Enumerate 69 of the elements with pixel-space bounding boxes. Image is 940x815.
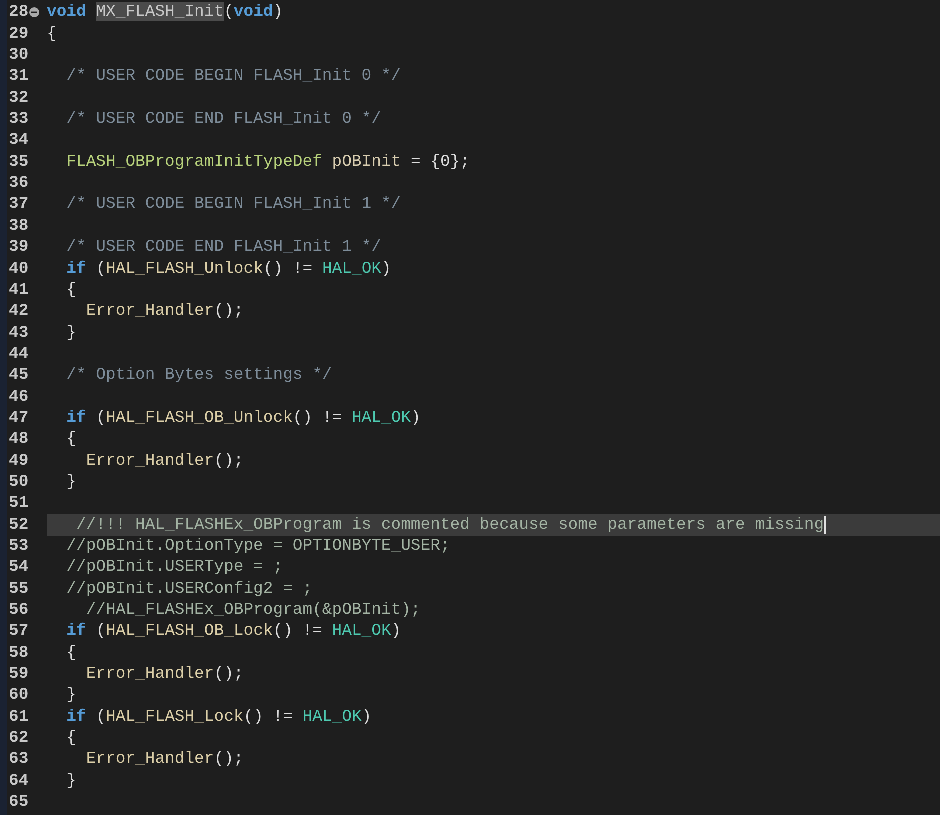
line-number: 45 [8, 364, 29, 386]
code-line: } [66, 470, 77, 493]
line-number: 61 [8, 706, 29, 728]
code-line: Error_Handler(); [85, 748, 244, 770]
line-number: 48 [8, 428, 29, 450]
line-number: 32 [8, 86, 29, 109]
code-line: //pOBInit.USERConfig2 = ; [66, 578, 313, 600]
code-line: //HAL_FLASHEx_OBProgram(&pOBInit); [85, 599, 421, 621]
line-number: 57 [8, 620, 29, 642]
line-number: 50 [8, 470, 29, 493]
code-line: if (HAL_FLASH_OB_Lock() != HAL_OK) [66, 620, 402, 642]
code-line: /* USER CODE BEGIN FLASH_Init 0 */ [66, 65, 402, 88]
line-number: 29 [8, 22, 29, 45]
code-line: } [66, 770, 77, 792]
line-number: 58 [8, 642, 29, 664]
line-number: 63 [8, 748, 29, 770]
line-number: 31 [8, 65, 29, 88]
line-number: 51 [8, 492, 29, 514]
code-line: { [66, 642, 77, 664]
line-number: 40 [8, 258, 29, 280]
line-number: 65 [8, 791, 29, 814]
code-line: { [47, 22, 57, 45]
code-line: /* Option Bytes settings */ [66, 364, 332, 386]
code-line: if (HAL_FLASH_OB_Unlock() != HAL_OK) [66, 406, 421, 429]
line-number: 33 [8, 108, 29, 130]
code-line: //pOBInit.USERType = ; [66, 556, 284, 578]
code-line: /* USER CODE END FLASH_Init 0 */ [66, 108, 382, 130]
line-number: 28 [8, 1, 29, 24]
code-line: //!!! HAL_FLASHEx_OBProgram is commented because some parameters are missing [76, 514, 824, 536]
line-number: 54 [8, 556, 29, 578]
line-number: 34 [8, 129, 29, 152]
line-number: 35 [8, 150, 29, 173]
line-number: 44 [8, 342, 29, 365]
line-number: 59 [8, 663, 29, 686]
code-line: { [66, 727, 77, 750]
code-line: if (HAL_FLASH_Lock() != HAL_OK) [66, 706, 372, 728]
line-number: 64 [8, 770, 29, 792]
line-number: 43 [8, 322, 29, 344]
line-number: 41 [8, 278, 29, 301]
fold-collapse-icon[interactable] [29, 7, 40, 18]
line-number: 52 [8, 514, 29, 536]
code-line: Error_Handler(); [85, 663, 244, 686]
text-cursor [824, 516, 826, 534]
code-line: Error_Handler(); [85, 450, 244, 472]
code-line: { [66, 278, 77, 301]
line-number: 42 [8, 300, 29, 322]
code-line: /* USER CODE BEGIN FLASH_Init 1 */ [66, 193, 402, 216]
line-number: 36 [8, 172, 29, 194]
code-line: Error_Handler(); [85, 300, 244, 322]
code-line: /* USER CODE END FLASH_Init 1 */ [66, 236, 382, 258]
line-number: 55 [8, 578, 29, 600]
line-number: 56 [8, 599, 29, 621]
line-number: 60 [8, 684, 29, 706]
line-number: 37 [8, 193, 29, 216]
code-line: void MX_FLASH_Init(void) [47, 1, 284, 24]
line-number: 39 [8, 236, 29, 258]
code-line: } [66, 684, 77, 706]
line-number: 62 [8, 727, 29, 750]
code-line: { [66, 428, 77, 450]
code-line: FLASH_OBProgramInitTypeDef pOBInit = {0}; [66, 150, 470, 173]
code-line: if (HAL_FLASH_Unlock() != HAL_OK) [66, 258, 392, 280]
line-number: 38 [8, 214, 29, 237]
code-line: } [66, 322, 77, 344]
line-number: 53 [8, 534, 29, 557]
line-number: 47 [8, 406, 29, 429]
line-number: 30 [8, 44, 29, 66]
line-number: 46 [8, 386, 29, 408]
line-number: 49 [8, 450, 29, 472]
code-line: //pOBInit.OptionType = OPTIONBYTE_USER; [66, 534, 450, 557]
